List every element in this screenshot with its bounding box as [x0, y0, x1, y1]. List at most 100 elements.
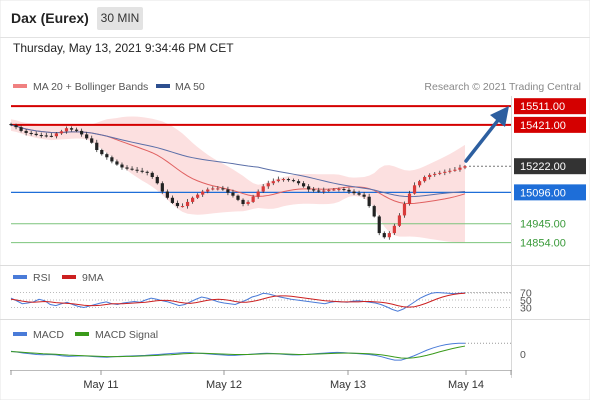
candle-body [337, 189, 341, 191]
candle-body [125, 167, 129, 169]
candle-body [317, 190, 321, 192]
candle-body [367, 196, 371, 207]
candle-body [407, 193, 412, 204]
candle-body [85, 134, 89, 139]
legend-9ma: 9MA [82, 272, 104, 284]
candle-body [402, 204, 407, 216]
candle-body [256, 191, 260, 197]
x-tick-label: May 14 [448, 379, 484, 391]
candle-body [377, 216, 381, 234]
projection-arrow [464, 106, 509, 163]
legend-ma20: MA 20 + Bollinger Bands [33, 81, 148, 93]
candle-body [246, 201, 250, 204]
candle-body [296, 181, 301, 184]
candle-body [236, 195, 240, 200]
candle-body [130, 168, 134, 170]
candle-body [165, 191, 169, 198]
candle-body [433, 173, 437, 175]
candle-body [412, 185, 417, 194]
candle-body [191, 197, 195, 202]
candle-body [392, 225, 396, 234]
candle-body [211, 188, 215, 190]
candle-body [448, 170, 452, 172]
legend-macd-signal: MACD Signal [95, 329, 158, 341]
candle-body [418, 181, 422, 186]
candle-body [115, 161, 119, 165]
legend-swatch-macd-signal [75, 332, 89, 336]
candle-body [357, 193, 361, 195]
last-price-label: 15222.00 [520, 161, 566, 173]
candle-body [180, 206, 185, 208]
candle-body [322, 190, 326, 192]
support-label: 14945.00 [520, 219, 566, 231]
legend-macd: MACD [33, 329, 64, 341]
legend-rsi: RSI [33, 272, 51, 284]
candle-body [95, 142, 99, 150]
candle-body [332, 189, 336, 191]
candle-body [428, 174, 432, 177]
legend-ma50: MA 50 [175, 81, 205, 93]
candle-body [14, 125, 18, 128]
candle-body [241, 199, 245, 204]
candle-body [49, 135, 53, 137]
level-labels: 15511.00 15421.00 15222.00 15096.00 14945.00… [514, 98, 586, 250]
candle-body [458, 167, 462, 170]
x-tick-label: May 13 [330, 379, 366, 391]
candle-body [261, 186, 265, 192]
candle-body [438, 172, 442, 174]
candle-body [231, 192, 235, 196]
rsi-ma-line [10, 292, 466, 308]
candle-body [175, 202, 180, 207]
candle [372, 204, 376, 218]
candle-body [397, 215, 402, 226]
candle-body [206, 189, 210, 192]
candle-body [286, 179, 291, 181]
resistance-label: 15421.00 [520, 120, 566, 132]
candle-body [266, 183, 270, 187]
candle-body [301, 183, 306, 187]
support-label: 14854.00 [520, 238, 566, 250]
rsi-level-label: 30 [520, 303, 532, 315]
x-axis: May 11 May 12 May 13 May 14 [10, 370, 512, 391]
candle [382, 231, 386, 239]
candle-body [69, 128, 74, 130]
candle-body [362, 194, 366, 197]
candle-body [185, 201, 190, 207]
candle-body [29, 132, 33, 134]
resistance-label: 15511.00 [520, 101, 565, 113]
candle-body [226, 189, 230, 193]
candle-body [34, 133, 38, 136]
candle-body [281, 179, 285, 181]
candle [377, 215, 381, 236]
copyright: Research © 2021 Trading Central [424, 81, 581, 93]
candle-body [160, 183, 164, 192]
candle-body [463, 166, 467, 168]
rsi-panel: 705030 [10, 288, 532, 315]
candle-body [347, 189, 351, 192]
candle-body [291, 180, 296, 182]
candle-body [201, 191, 205, 195]
candle-body [453, 169, 457, 171]
candle-body [251, 196, 255, 202]
price-chart: MA 20 + Bollinger Bands MA 50 Research ©… [0, 0, 590, 400]
candle-body [327, 189, 331, 191]
pivot-label: 15096.00 [520, 187, 566, 199]
x-tick-label: May 12 [206, 379, 242, 391]
candle-body [105, 154, 109, 158]
candle-body [24, 130, 28, 133]
legend-swatch-macd [13, 332, 27, 336]
candle-body [196, 194, 200, 198]
candle-body [352, 191, 356, 194]
candle-body [382, 233, 386, 238]
legend-swatch-ma50 [156, 84, 170, 88]
legend-swatch-rsi [13, 275, 27, 279]
candle-body [271, 181, 275, 184]
candle-body [170, 197, 175, 203]
candle-body [145, 171, 149, 173]
candle-body [64, 128, 69, 132]
candle-body [39, 135, 43, 137]
candle-body [140, 170, 144, 172]
candle-body [423, 177, 427, 182]
candle-body [342, 189, 346, 191]
candle-body [59, 131, 64, 134]
